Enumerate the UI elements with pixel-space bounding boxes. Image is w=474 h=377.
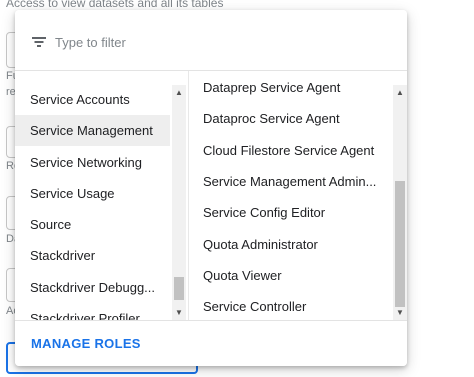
role-item-cloud-filestore-service-agent[interactable]: Cloud Filestore Service Agent xyxy=(189,135,389,166)
role-item-quota-viewer[interactable]: Quota Viewer xyxy=(189,260,389,291)
role-item-service-config-editor[interactable]: Service Config Editor xyxy=(189,197,389,228)
arrow-up-icon[interactable]: ▲ xyxy=(172,87,186,99)
manage-roles-button[interactable]: MANAGE ROLES xyxy=(23,333,149,355)
role-item-service-management-admin[interactable]: Service Management Admin... xyxy=(189,166,389,197)
arrow-down-icon[interactable]: ▼ xyxy=(172,307,186,319)
service-item-service-management[interactable]: Service Management xyxy=(15,115,170,146)
filter-input[interactable] xyxy=(55,31,385,53)
arrow-down-icon[interactable]: ▼ xyxy=(393,307,407,319)
dataset-access-description: Access to view datasets and all its tabl… xyxy=(6,0,224,10)
role-item-service-controller[interactable]: Service Controller xyxy=(189,291,389,320)
service-item-service-usage[interactable]: Service Usage xyxy=(15,178,170,209)
service-item-stackdriver-debugger[interactable]: Stackdriver Debugg... xyxy=(15,272,170,303)
service-list: Service Accounts Service Management Serv… xyxy=(15,71,187,320)
popup-footer: MANAGE ROLES xyxy=(15,320,407,366)
service-item-stackdriver[interactable]: Stackdriver xyxy=(15,240,170,271)
service-item-source[interactable]: Source xyxy=(15,209,170,240)
role-list-scrollbar[interactable]: ▲ ▼ xyxy=(393,85,407,320)
role-list: Dataprep Service Agent Dataproc Service … xyxy=(188,71,407,320)
arrow-up-icon[interactable]: ▲ xyxy=(393,87,407,99)
role-picker-popup: Service Accounts Service Management Serv… xyxy=(15,10,407,366)
role-item-dataprep-service-agent[interactable]: Dataprep Service Agent xyxy=(189,72,389,103)
filter-bar xyxy=(15,10,407,71)
service-item-service-networking[interactable]: Service Networking xyxy=(15,147,170,178)
service-list-scroll-thumb[interactable] xyxy=(174,277,184,300)
role-item-quota-administrator[interactable]: Quota Administrator xyxy=(189,229,389,260)
service-item-stackdriver-profiler[interactable]: Stackdriver Profiler xyxy=(15,303,170,320)
filter-list-icon xyxy=(32,37,46,47)
role-item-dataproc-service-agent[interactable]: Dataproc Service Agent xyxy=(189,103,389,134)
role-list-scroll-thumb[interactable] xyxy=(395,181,405,307)
service-list-scrollbar[interactable]: ▲ ▼ xyxy=(172,85,186,320)
service-item-service-accounts[interactable]: Service Accounts xyxy=(15,84,170,115)
page: Access to view datasets and all its tabl… xyxy=(0,0,474,377)
